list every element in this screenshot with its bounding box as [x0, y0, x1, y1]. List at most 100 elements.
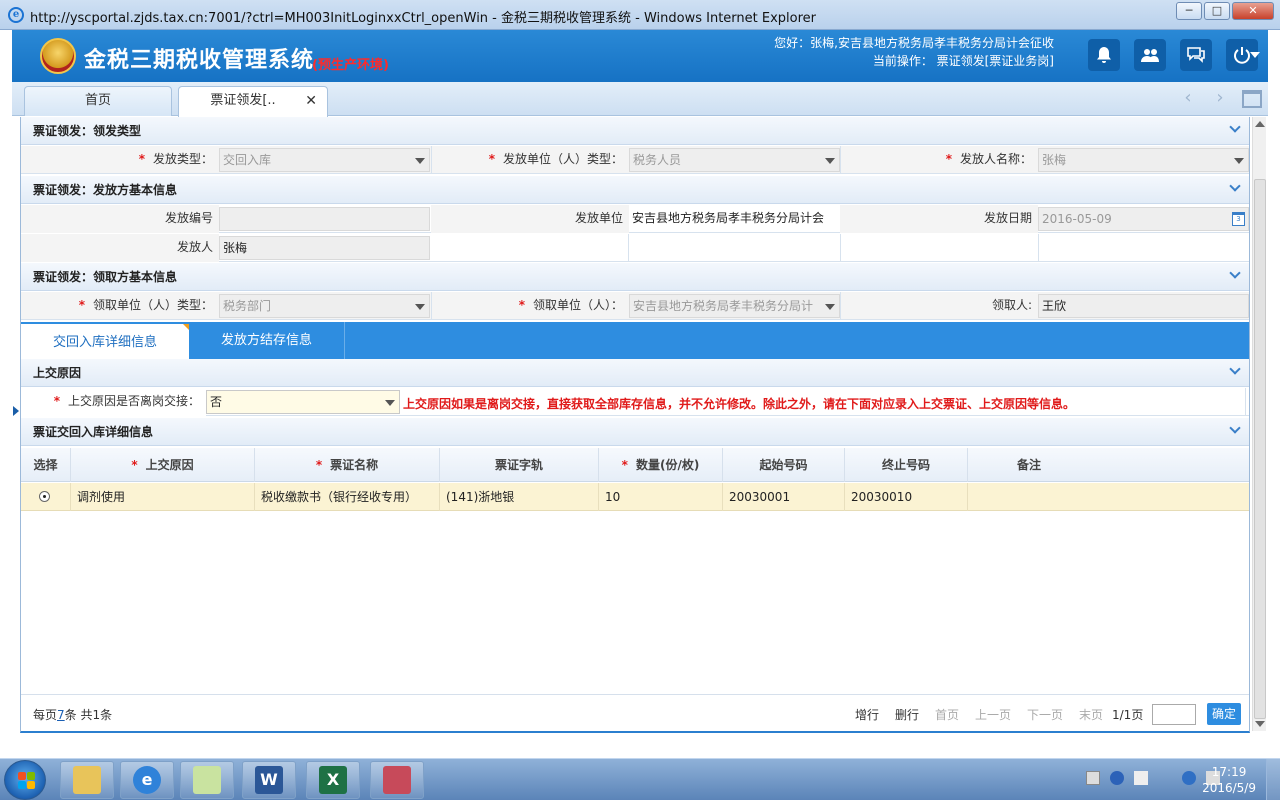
tab-prev-arrow-icon[interactable]: ‹	[1174, 88, 1202, 110]
tab-ticket-issue[interactable]: 票证领发[.. ✕	[178, 86, 328, 117]
last-page-button[interactable]: 末页	[1079, 706, 1103, 723]
scroll-thumb[interactable]	[1254, 179, 1266, 719]
issuer-unit-type-select[interactable]: 税务人员	[629, 148, 840, 172]
clock-time: 17:19	[1211, 765, 1247, 779]
env-label: (预生产环境)	[312, 58, 389, 73]
issuer-unit-type-label: * 发放单位（人）类型：	[488, 152, 623, 166]
ime-icon[interactable]	[1134, 771, 1148, 785]
page-info: 1/1页	[1112, 708, 1144, 722]
tab-issuer-stock[interactable]: 发放方结存信息	[189, 322, 345, 359]
taskbar-explorer[interactable]	[60, 761, 114, 799]
folder-icon	[73, 766, 101, 794]
vertical-scrollbar[interactable]	[1252, 117, 1266, 731]
window-icon[interactable]	[1242, 90, 1262, 108]
help-icon[interactable]	[1110, 771, 1124, 785]
chevron-down-icon[interactable]	[1229, 422, 1241, 434]
section-receiver-header[interactable]: 票证领发：领取方基本信息	[21, 263, 1249, 291]
section-reason-header[interactable]: 上交原因	[21, 359, 1249, 387]
issue-type-row: * 发放类型： 交回入库 * 发放单位（人）类型： 税务人员 * 发放人名称： 张梅	[21, 146, 1249, 174]
tab-ticket-issue-label: 票证领发[..	[210, 93, 276, 108]
next-page-button[interactable]: 下一页	[1027, 706, 1063, 723]
chevron-down-icon[interactable]	[1229, 121, 1241, 133]
section-title: 票证领发：发放方基本信息	[33, 183, 178, 197]
start-button[interactable]	[4, 760, 46, 800]
taskbar-notes[interactable]	[180, 761, 234, 799]
tax-emblem-logo	[40, 38, 76, 74]
cell-qty[interactable]: 10	[599, 483, 723, 511]
add-row-button[interactable]: 增行	[855, 706, 879, 723]
delete-row-button[interactable]: 删行	[895, 706, 919, 723]
tray-up-arrow-icon[interactable]	[1158, 771, 1172, 785]
taskbar-database[interactable]	[370, 761, 424, 799]
chevron-down-icon	[1234, 158, 1244, 164]
prev-page-button[interactable]: 上一页	[975, 706, 1011, 723]
chevron-down-icon	[825, 158, 835, 164]
scroll-up-icon[interactable]	[1255, 121, 1265, 127]
user-greeting: 您好：张梅,安吉县地方税务局孝丰税务分局计会征收	[774, 36, 1054, 50]
recv-unit-type-select[interactable]: 税务部门	[219, 294, 430, 318]
cell-track[interactable]: (141)浙地银	[440, 483, 599, 511]
issuer-name-select[interactable]: 张梅	[1038, 148, 1249, 172]
show-desktop-button[interactable]	[1266, 759, 1280, 800]
first-page-button[interactable]: 首页	[935, 706, 959, 723]
chevron-down-icon[interactable]	[1229, 180, 1241, 192]
tab-next-arrow-icon[interactable]: ›	[1206, 88, 1234, 110]
cell-reason[interactable]: 调剂使用	[71, 483, 255, 511]
calendar-icon[interactable]: 3	[1232, 212, 1245, 226]
system-clock[interactable]: 17:19 2016/5/9	[1202, 764, 1256, 796]
collapse-side-arrow-icon[interactable]	[13, 406, 19, 416]
chevron-down-icon	[385, 400, 395, 406]
page-size-link[interactable]: 7	[57, 708, 65, 722]
issue-no-field[interactable]	[219, 207, 430, 231]
scroll-down-icon[interactable]	[1255, 721, 1265, 727]
minimize-button[interactable]: ─	[1176, 2, 1202, 20]
chevron-down-icon	[415, 158, 425, 164]
resign-select[interactable]: 否	[206, 390, 400, 414]
users-icon[interactable]	[1134, 39, 1166, 71]
go-page-button[interactable]: 确定	[1207, 703, 1241, 725]
recv-unit-label: * 领取单位（人）：	[518, 298, 623, 312]
cell-start-no[interactable]: 20030001	[723, 483, 845, 511]
chat-icon[interactable]	[1180, 39, 1212, 71]
ie-icon: e	[8, 7, 24, 23]
section-title: 上交原因	[33, 366, 82, 380]
taskbar-ie[interactable]: e	[120, 761, 174, 799]
ie-icon: e	[133, 766, 161, 794]
maximize-button[interactable]: □	[1204, 2, 1230, 20]
section-issuer-header[interactable]: 票证领发：发放方基本信息	[21, 176, 1249, 204]
cell-remark[interactable]	[968, 483, 1249, 511]
network-icon[interactable]	[1182, 771, 1196, 785]
close-window-button[interactable]: ✕	[1232, 2, 1274, 20]
section-title: 票证领发：领发类型	[33, 124, 142, 138]
recv-unit-select[interactable]: 安吉县地方税务局孝丰税务分局计	[629, 294, 840, 318]
tab-return-detail[interactable]: 交回入库详细信息	[21, 322, 189, 359]
bell-icon[interactable]	[1088, 39, 1120, 71]
detail-tab-strip: 交回入库详细信息 发放方结存信息	[21, 322, 1249, 359]
receiver-field[interactable]: 王欣	[1038, 294, 1249, 318]
tab-bar: 首页 票证领发[.. ✕ ‹ ›	[12, 82, 1268, 117]
col-track: 票证字轨	[440, 448, 599, 482]
issue-date-field[interactable]: 2016-05-09 3	[1038, 207, 1249, 231]
tab-home[interactable]: 首页	[24, 86, 172, 116]
section-detail-header[interactable]: 票证交回入库详细信息	[21, 418, 1249, 446]
taskbar-excel[interactable]: X	[306, 761, 360, 799]
section-issue-type-header[interactable]: 票证领发：领发类型	[21, 117, 1249, 145]
cell-end-no[interactable]: 20030010	[845, 483, 968, 511]
pager: 每页7条 共1条 增行 删行 首页 上一页 下一页 末页 1/1页 确定	[21, 694, 1249, 730]
issue-type-select[interactable]: 交回入库	[219, 148, 430, 172]
page-number-input[interactable]	[1152, 704, 1196, 725]
chevron-down-icon[interactable]	[1250, 52, 1260, 58]
taskbar-word[interactable]: W	[242, 761, 296, 799]
chevron-down-icon[interactable]	[1229, 363, 1241, 375]
cell-ticket-name[interactable]: 税收缴款书（银行经收专用）	[255, 483, 440, 511]
close-icon[interactable]: ✕	[305, 87, 317, 115]
reason-row: * 上交原因是否离岗交接： 否 上交原因如果是离岗交接，直接获取全部库存信息，并不…	[21, 388, 1249, 416]
col-end-no: 终止号码	[845, 448, 968, 482]
chevron-down-icon[interactable]	[1229, 267, 1241, 279]
keyboard-icon[interactable]	[1086, 771, 1100, 785]
issuer-field[interactable]: 张梅	[219, 236, 430, 260]
issuer-name-label: * 发放人名称：	[945, 152, 1032, 166]
table-row[interactable]: 调剂使用 税收缴款书（银行经收专用） (141)浙地银 10 20030001 …	[21, 483, 1249, 511]
row-radio[interactable]	[39, 491, 50, 502]
issue-type-label: * 发放类型：	[138, 152, 213, 166]
